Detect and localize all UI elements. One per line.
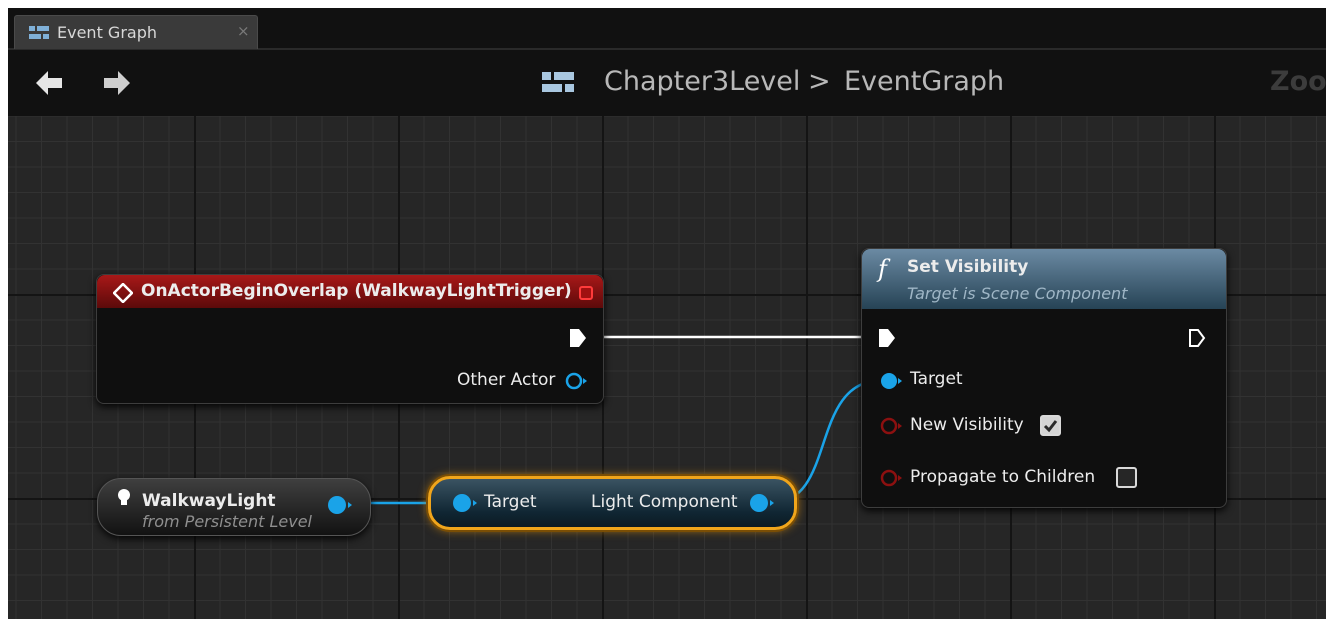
object-output-pin-icon[interactable] [565,371,587,391]
object-input-pin-icon[interactable] [451,493,477,513]
function-node-subtitle: Target is Scene Component [907,284,1128,303]
checkmark-icon [1043,420,1058,433]
delegate-pin-icon[interactable] [578,285,594,301]
breadcrumb-bar: Chapter3Level > EventGraph Zoom [8,50,1326,116]
tab-event-graph[interactable]: Event Graph × [14,15,258,49]
graph-canvas[interactable]: OnActorBeginOverlap (WalkwayLightTrigger… [8,116,1326,619]
event-diamond-icon [113,283,133,303]
breadcrumb-level[interactable]: Chapter3Level [604,66,800,97]
pin-label-target: Target [484,492,537,512]
function-node-set-visibility[interactable]: f Set Visibility Target is Scene Compone… [861,248,1227,508]
object-input-pin-icon[interactable] [880,371,902,391]
function-icon: f [878,255,887,283]
tab-label: Event Graph [57,23,157,42]
tab-close-icon[interactable]: × [237,22,250,40]
pin-label-light-component: Light Component [591,492,738,512]
zoom-label: Zoom [1270,66,1326,97]
light-bulb-icon [118,489,130,505]
bool-input-pin-icon[interactable] [880,468,902,488]
graph-icon [542,72,574,92]
variable-node-subtitle: from Persistent Level [142,512,312,531]
pin-label-new-visibility: New Visibility [910,415,1024,435]
exec-output-pin-icon[interactable] [1188,328,1206,348]
function-node-title: Set Visibility [907,257,1029,277]
pure-node-light-component[interactable]: Target Light Component [428,476,797,530]
propagate-checkbox[interactable] [1116,467,1137,488]
object-output-pin-icon[interactable] [326,495,352,515]
breadcrumb-graph[interactable]: EventGraph [844,66,1004,97]
tab-bar: Event Graph × [8,8,1326,50]
event-node-on-actor-begin-overlap[interactable]: OnActorBeginOverlap (WalkwayLightTrigger… [96,274,604,404]
variable-node-walkway-light[interactable]: WalkwayLight from Persistent Level [97,478,371,536]
blueprint-editor: Event Graph × Chapter3Level > EventGraph… [8,8,1326,619]
pin-label-other-actor: Other Actor [457,370,556,390]
back-arrow-icon[interactable] [34,68,64,98]
breadcrumb-separator: > [808,66,831,97]
forward-arrow-icon[interactable] [102,68,132,98]
graph-icon [29,26,49,39]
pin-label-target: Target [910,369,963,389]
bool-input-pin-icon[interactable] [880,416,902,436]
exec-output-pin-icon[interactable] [569,328,587,348]
event-node-title: OnActorBeginOverlap (WalkwayLightTrigger… [141,281,572,301]
variable-node-title: WalkwayLight [142,491,276,511]
pin-label-propagate-to-children: Propagate to Children [910,467,1096,487]
new-visibility-checkbox[interactable] [1040,415,1061,436]
exec-input-pin-icon[interactable] [878,328,896,348]
object-output-pin-icon[interactable] [748,493,774,513]
